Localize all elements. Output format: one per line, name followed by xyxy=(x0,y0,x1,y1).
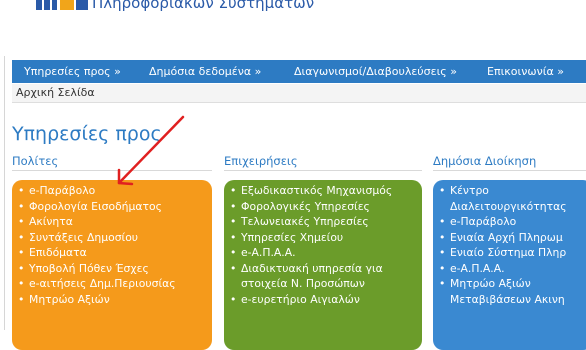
column-divider xyxy=(12,170,212,171)
nav-item-tenders[interactable]: Διαγωνισμοί/Διαβουλεύσεις » xyxy=(294,60,457,83)
column-title-businesses[interactable]: Επιχειρήσεις xyxy=(224,154,298,168)
list-item[interactable]: • Μητρώο Αξιών xyxy=(433,276,586,292)
nav-item-contact[interactable]: Επικοινωνία » xyxy=(487,60,564,83)
list-item[interactable]: • Ενιαίο Σύστημα Πληρ xyxy=(433,245,586,261)
citizens-panel: • e-Παράβολο • Φορολογία Εισοδήματος • Ακίν… xyxy=(12,180,212,350)
nav-item-open-data[interactable]: Δημόσια δεδομένα » xyxy=(149,60,261,83)
nav-item-services[interactable]: Υπηρεσίες προς » xyxy=(24,60,121,83)
list-item[interactable]: • Εξωδικαστικός Μηχανισμός xyxy=(224,183,422,199)
column-divider xyxy=(224,170,422,171)
list-item[interactable]: • e-αιτήσεις Δημ.Περιουσίας xyxy=(12,276,212,292)
main-nav: Υπηρεσίες προς » Δημόσια δεδομένα » Διαγ… xyxy=(12,60,586,83)
page-title: Υπηρεσίες προς xyxy=(12,123,162,145)
list-item[interactable]: • Τελωνειακές Υπηρεσίες xyxy=(224,214,422,230)
list-item[interactable]: • Ενιαία Αρχή Πληρωμ xyxy=(433,230,586,246)
list-item[interactable]: • Διαδικτυακή υπηρεσία για xyxy=(224,261,422,277)
org-subtitle: Πληροφοριακών Συστημάτων xyxy=(92,0,315,12)
list-item[interactable]: • Συντάξεις Δημοσίου xyxy=(12,230,212,246)
businesses-panel: • Εξωδικαστικός Μηχανισμός • Φορολογικές Υ… xyxy=(224,180,422,350)
list-item[interactable]: • Φορολογικές Υπηρεσίες xyxy=(224,199,422,215)
list-item[interactable]: • e-Α.Π.Α.Α. xyxy=(224,245,422,261)
list-item[interactable]: • Φορολογία Εισοδήματος xyxy=(12,199,212,215)
list-item[interactable]: • e-ευρετήριο Αιγιαλών xyxy=(224,292,422,308)
list-item[interactable]: • Υπηρεσίες Χημείου xyxy=(224,230,422,246)
breadcrumb: Αρχική Σελίδα xyxy=(12,84,586,103)
column-divider xyxy=(433,170,586,171)
list-item[interactable]: • e-Α.Π.Α.Α. xyxy=(433,261,586,277)
list-item[interactable]: • e-Παράβολο xyxy=(433,214,586,230)
logo-icon[interactable] xyxy=(36,0,92,14)
list-item-continuation[interactable]: Μεταβιβάσεων Ακινη xyxy=(433,292,586,308)
site-header: Πληροφοριακών Συστημάτων xyxy=(0,0,586,56)
breadcrumb-home[interactable]: Αρχική Σελίδα xyxy=(16,86,95,99)
list-item[interactable]: • e-Παράβολο xyxy=(12,183,212,199)
column-title-citizens[interactable]: Πολίτες xyxy=(12,154,58,168)
public-admin-panel: • Κέντρο Διαλειτουργικότητας • e-Παράβολο … xyxy=(433,180,586,350)
list-item[interactable]: • Ακίνητα xyxy=(12,214,212,230)
list-item[interactable]: • Μητρώο Αξιών xyxy=(12,292,212,308)
list-item-continuation[interactable]: Διαλειτουργικότητας xyxy=(433,199,586,215)
list-item[interactable]: • Κέντρο xyxy=(433,183,586,199)
list-item[interactable]: • Υποβολή Πόθεν Έσχες xyxy=(12,261,212,277)
list-item[interactable]: • Επιδόματα xyxy=(12,245,212,261)
list-item-continuation[interactable]: στοιχεία Ν. Προσώπων xyxy=(224,276,422,292)
column-title-public-admin[interactable]: Δημόσια Διοίκηση xyxy=(433,154,536,168)
